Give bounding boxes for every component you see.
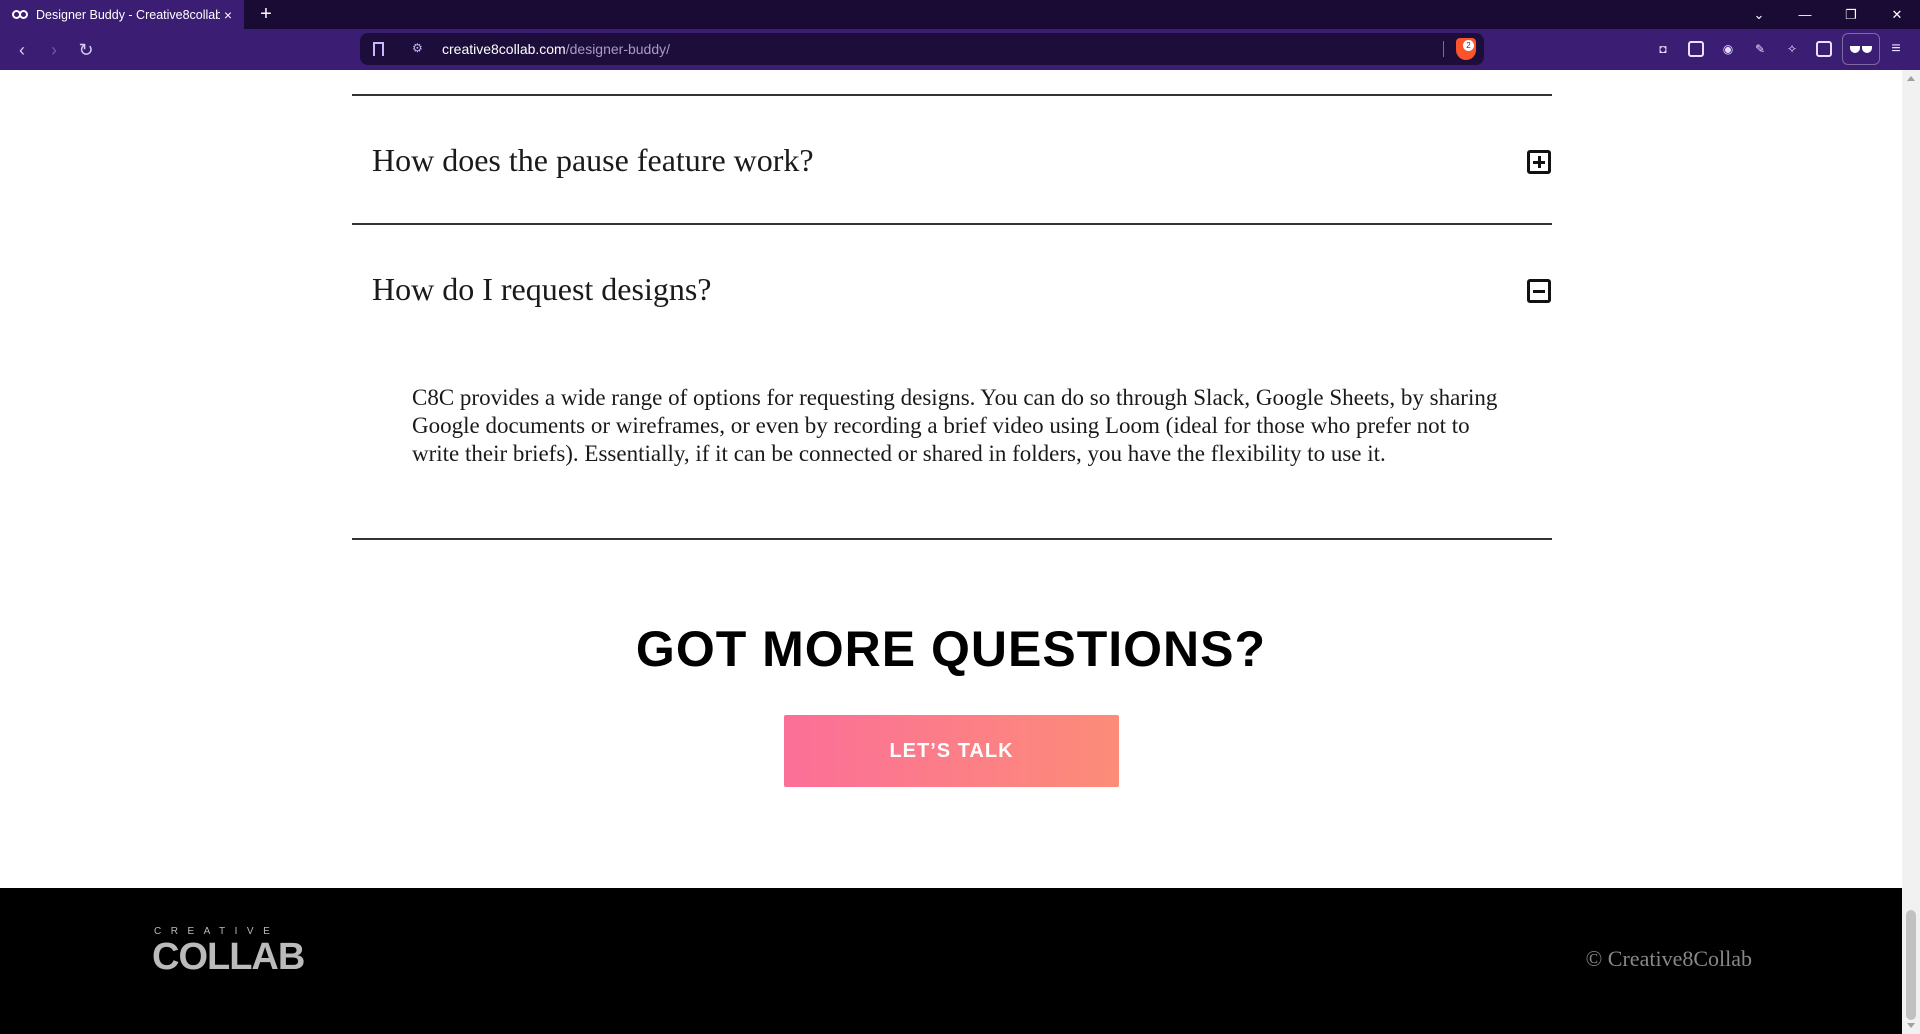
brave-shields-icon[interactable]: 2	[1456, 38, 1476, 60]
faq-divider	[352, 223, 1552, 225]
site-footer: CREATIVE COLLAB © Creative8Collab	[0, 888, 1902, 1034]
tab-title: Designer Buddy - Creative8collab	[36, 7, 220, 22]
cta-heading: GOT MORE QUESTIONS?	[635, 621, 1267, 677]
url-path: /designer-buddy/	[565, 41, 671, 57]
faq-divider	[352, 94, 1552, 96]
browser-toolbar: ‹ › ↻ ⚙ creative8collab.com/designer-bud…	[0, 29, 1920, 70]
forward-arrow-icon[interactable]: ›	[42, 38, 66, 62]
browser-tab[interactable]: Designer Buddy - Creative8collab ×	[0, 0, 244, 29]
minimize-button[interactable]: —	[1782, 0, 1828, 29]
restore-button[interactable]: ❐	[1828, 0, 1874, 29]
web-page: How does the pause feature work? How do …	[0, 70, 1902, 1034]
copyright-text: © Creative8Collab	[1585, 946, 1752, 971]
screenshot-extension-icon[interactable]: ◘	[1655, 41, 1671, 57]
window-close-button[interactable]: ✕	[1874, 0, 1920, 29]
logo-big-text: COLLAB	[152, 936, 305, 978]
faq-question-pause[interactable]: How does the pause feature work?	[372, 142, 814, 179]
shields-count-badge: 2	[1463, 40, 1474, 51]
back-arrow-icon[interactable]: ‹	[10, 38, 34, 62]
scroll-down-arrow-icon[interactable]	[1907, 1023, 1915, 1028]
url-text[interactable]: creative8collab.com/designer-buddy/	[442, 41, 670, 57]
faq-answer: C8C provides a wide range of options for…	[412, 385, 1498, 466]
url-domain: creative8collab.com	[442, 41, 566, 57]
page-scrollbar[interactable]	[1902, 70, 1920, 1034]
faq-divider	[352, 538, 1552, 540]
site-favicon-icon	[12, 9, 28, 20]
creative-collab-logo[interactable]: CREATIVE COLLAB	[152, 926, 305, 978]
collapse-minus-icon[interactable]	[1527, 279, 1551, 303]
lets-talk-button[interactable]: LET’S TALK	[784, 715, 1119, 787]
menu-icon[interactable]: ≡	[1888, 41, 1904, 57]
browser-tab-strip: Designer Buddy - Creative8collab × + ⌄ —…	[0, 0, 1920, 29]
scrollbar-thumb[interactable]	[1906, 910, 1916, 1020]
new-tab-button[interactable]: +	[254, 2, 278, 26]
extensions-puzzle-icon[interactable]: ✧	[1784, 41, 1800, 57]
bookmark-icon[interactable]	[373, 42, 384, 61]
url-divider	[1443, 41, 1444, 57]
site-info-icon[interactable]: ⚙	[412, 41, 423, 55]
sidebar-toggle-icon[interactable]	[1816, 41, 1832, 57]
scroll-up-arrow-icon[interactable]	[1907, 76, 1915, 81]
brush-extension-icon[interactable]: ✎	[1752, 41, 1768, 57]
wallet-extension-icon[interactable]	[1688, 41, 1704, 57]
ai-extension-icon[interactable]: ◉	[1720, 41, 1736, 57]
tab-search-chevron-icon[interactable]: ⌄	[1736, 0, 1782, 29]
expand-plus-icon[interactable]	[1527, 150, 1551, 174]
tab-close-icon[interactable]: ×	[220, 7, 236, 23]
faq-question-request[interactable]: How do I request designs?	[372, 271, 711, 308]
address-bar[interactable]: ⚙ creative8collab.com/designer-buddy/ 2	[360, 33, 1484, 65]
reload-icon[interactable]: ↻	[74, 38, 98, 62]
reader-glasses-icon[interactable]	[1842, 33, 1880, 65]
